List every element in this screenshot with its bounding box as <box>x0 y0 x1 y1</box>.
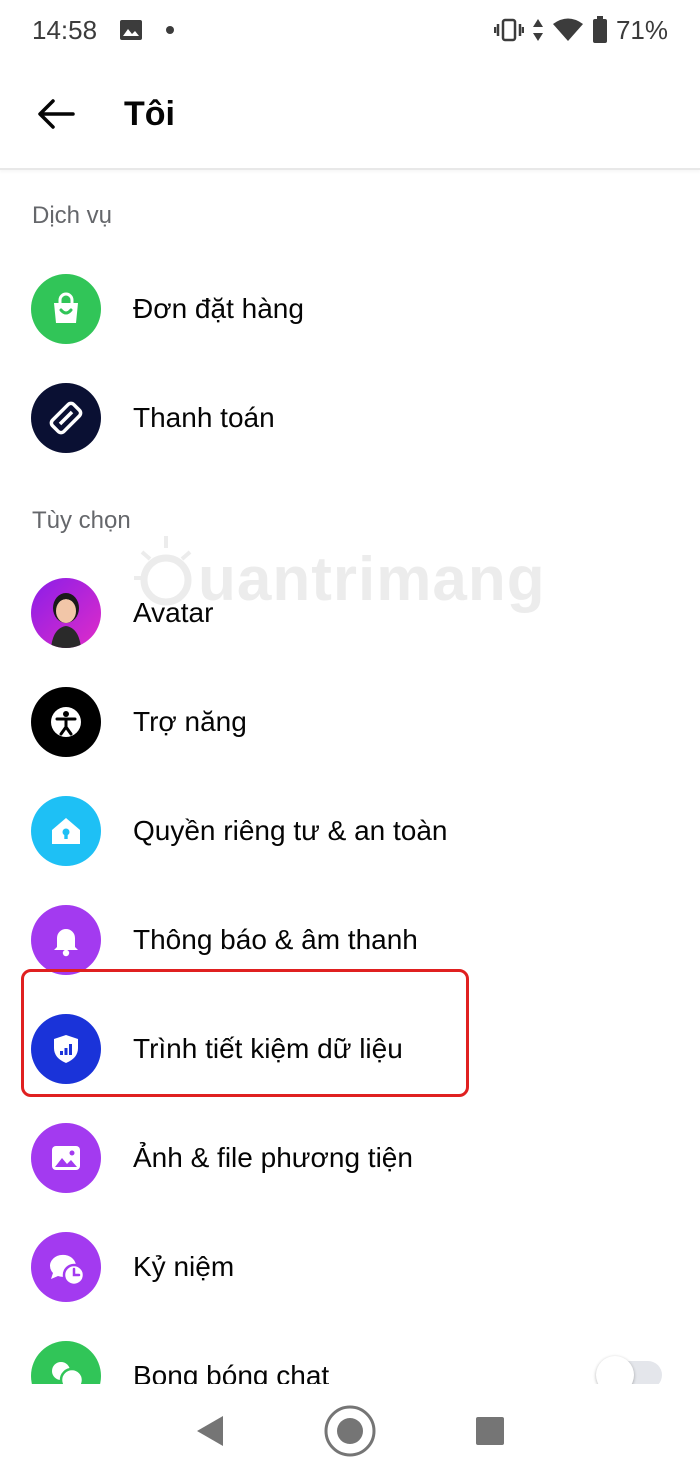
data-arrows-icon <box>532 18 544 42</box>
payment-card-icon <box>31 382 101 453</box>
vibrate-icon <box>493 18 524 42</box>
data-saver-shield-icon <box>31 1013 101 1084</box>
bell-icon <box>31 904 101 975</box>
menu-item-label: Trình tiết kiệm dữ liệu <box>133 1032 403 1064</box>
photo-icon <box>31 1122 101 1193</box>
dot-icon <box>165 25 175 35</box>
menu-item-memories[interactable]: Kỷ niệm <box>0 1212 700 1321</box>
menu-item-accessibility[interactable]: Trợ năng <box>0 667 700 776</box>
menu-item-payments[interactable]: Thanh toán <box>0 363 700 472</box>
menu-item-data-saver[interactable]: Trình tiết kiệm dữ liệu <box>0 994 700 1103</box>
menu-item-label: Avatar <box>133 596 214 628</box>
battery-level: 71% <box>615 14 668 45</box>
menu-item-label: Thanh toán <box>133 401 275 433</box>
memories-clock-icon <box>31 1231 101 1302</box>
chat-bubbles-icon <box>31 1340 101 1384</box>
menu-item-label: Bong bóng chat <box>133 1359 330 1385</box>
toggle-knob <box>596 1356 634 1384</box>
back-triangle-icon <box>195 1414 225 1448</box>
nav-home-button[interactable] <box>320 1401 380 1461</box>
menu-item-chat-bubbles[interactable]: Bong bóng chat <box>0 1321 700 1384</box>
image-icon <box>119 19 143 41</box>
page-title: Tôi <box>124 94 175 133</box>
accessibility-icon <box>31 686 101 757</box>
back-button[interactable] <box>26 84 86 144</box>
chat-bubbles-toggle[interactable] <box>596 1356 662 1384</box>
menu-item-media[interactable]: Ảnh & file phương tiện <box>0 1103 700 1212</box>
menu-item-label: Thông báo & âm thanh <box>133 923 418 955</box>
menu-item-privacy[interactable]: Quyền riêng tư & an toàn <box>0 776 700 885</box>
privacy-house-icon <box>31 795 101 866</box>
menu-item-label: Đơn đặt hàng <box>133 292 304 324</box>
menu-item-orders[interactable]: Đơn đặt hàng <box>0 254 700 363</box>
avatar-icon <box>31 577 101 648</box>
menu-item-label: Trợ năng <box>133 705 247 737</box>
wifi-icon <box>552 18 584 42</box>
menu-item-avatar[interactable]: Avatar <box>0 558 700 667</box>
arrow-left-icon <box>37 99 75 129</box>
shopping-bag-icon <box>31 273 101 344</box>
battery-icon <box>592 16 608 44</box>
menu-item-label: Ảnh & file phương tiện <box>133 1141 413 1173</box>
recents-square-icon <box>475 1416 505 1446</box>
app-header: Tôi <box>0 60 700 170</box>
menu-item-notifications[interactable]: Thông báo & âm thanh <box>0 885 700 994</box>
section-header-options: Tùy chọn <box>32 507 131 534</box>
nav-recents-button[interactable] <box>460 1401 520 1461</box>
status-bar: 14:58 71% <box>0 0 700 60</box>
home-circle-icon <box>323 1404 377 1458</box>
menu-item-label: Quyền riêng tư & an toàn <box>133 814 448 846</box>
system-nav-bar <box>0 1384 700 1478</box>
nav-back-button[interactable] <box>180 1401 240 1461</box>
menu-item-label: Kỷ niệm <box>133 1250 235 1282</box>
section-header-services: Dịch vụ <box>32 202 113 229</box>
settings-list: Dịch vụ Đơn đặt hàng Thanh toán Tùy chọn… <box>0 172 700 1384</box>
status-time: 14:58 <box>32 14 98 45</box>
